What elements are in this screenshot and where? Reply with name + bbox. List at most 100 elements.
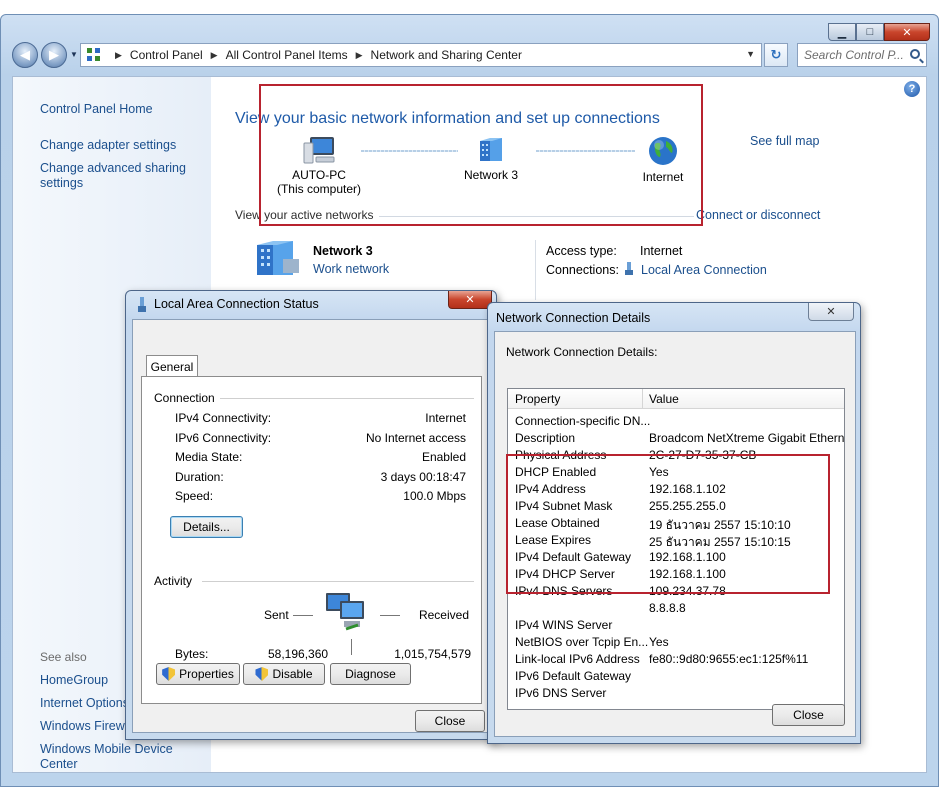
caption-buttons: ▁ □ ✕: [828, 23, 930, 41]
divider: [351, 639, 352, 655]
tab-general[interactable]: General: [146, 355, 198, 377]
dialog-title: Local Area Connection Status: [154, 297, 319, 311]
address-dropdown-icon[interactable]: ▼: [746, 49, 755, 59]
see-also-heading: See also: [40, 650, 87, 664]
breadcrumb-all-items[interactable]: All Control Panel Items: [226, 48, 348, 62]
homegroup-link[interactable]: HomeGroup: [40, 673, 108, 688]
work-network-link[interactable]: Work network: [313, 262, 389, 276]
breadcrumb-network-sharing[interactable]: Network and Sharing Center: [371, 48, 522, 62]
column-header-value[interactable]: Value: [649, 392, 679, 406]
ethernet-icon: [138, 297, 146, 312]
breadcrumb-arrow-icon: ▶: [210, 49, 218, 60]
search-placeholder: Search Control P...: [804, 48, 904, 62]
search-input[interactable]: Search Control P...: [797, 43, 927, 67]
column-divider[interactable]: [642, 389, 643, 409]
highlight-box: [259, 84, 703, 226]
activity-group-label: Activity: [154, 574, 193, 588]
breadcrumb-arrow-icon: ▶: [115, 49, 122, 60]
property-cell: NetBIOS over Tcpip En...: [515, 635, 649, 649]
search-icon[interactable]: [910, 49, 920, 59]
close-dialog-button[interactable]: Close: [772, 704, 845, 726]
minimize-button[interactable]: ▁: [828, 23, 856, 41]
shield-icon: [255, 667, 268, 681]
duration-label: Duration:: [175, 470, 224, 484]
disable-button[interactable]: Disable: [243, 663, 325, 685]
divider: [220, 398, 474, 399]
diagnose-button[interactable]: Diagnose: [330, 663, 411, 685]
change-adapter-settings-link[interactable]: Change adapter settings: [40, 138, 176, 153]
bytes-label: Bytes:: [175, 647, 209, 661]
change-advanced-line-1: Change advanced sharing: [40, 161, 186, 175]
network-activity-icon: [326, 593, 364, 631]
dialog-body: General Connection IPv4 Connectivity: In…: [132, 319, 490, 733]
divider: [293, 615, 313, 616]
property-cell: IPv6 DNS Server: [515, 686, 607, 700]
control-panel-icon: [87, 48, 101, 62]
windows-firewall-link[interactable]: Windows Firewall: [40, 719, 137, 734]
value-cell: Broadcom NetXtreme Gigabit Ethernet: [649, 431, 845, 445]
value-cell: 8.8.8.8: [649, 601, 686, 615]
duration-value: 3 days 00:18:47: [380, 470, 466, 484]
forward-button[interactable]: ▶: [41, 42, 67, 68]
ipv4-connectivity-value: Internet: [425, 411, 466, 425]
divider: [535, 240, 536, 300]
navigation-bar: ◀ ▶ ▼ ▶ Control Panel ▶ All Control Pane…: [12, 42, 927, 68]
disable-label: Disable: [272, 667, 313, 681]
network-building-icon[interactable]: [253, 237, 303, 277]
control-panel-home-link[interactable]: Control Panel Home: [40, 102, 153, 117]
active-network-name: Network 3: [313, 244, 373, 258]
list-header: Property Value: [508, 389, 844, 409]
breadcrumb-arrow-icon: ▶: [355, 49, 363, 60]
connect-or-disconnect-link[interactable]: Connect or disconnect: [696, 208, 820, 222]
ipv4-connectivity-label: IPv4 Connectivity:: [175, 411, 272, 425]
bytes-sent-value: 58,196,360: [268, 647, 329, 661]
address-bar[interactable]: ▶ Control Panel ▶ All Control Panel Item…: [80, 43, 762, 67]
change-advanced-sharing-link[interactable]: Change advanced sharing settings: [40, 161, 186, 191]
divider: [380, 615, 400, 616]
maximize-button[interactable]: □: [856, 23, 884, 41]
shield-icon: [162, 667, 175, 681]
property-cell: IPv4 WINS Server: [515, 618, 613, 632]
local-area-connection-link[interactable]: Local Area Connection: [641, 263, 767, 277]
property-cell: IPv6 Default Gateway: [515, 669, 632, 683]
change-advanced-line-2: settings: [40, 176, 84, 190]
close-icon[interactable]: ✕: [448, 291, 492, 309]
property-cell: Description: [515, 431, 576, 445]
see-full-map-link[interactable]: See full map: [750, 134, 819, 148]
bytes-received-value: 1,015,754,579: [394, 647, 471, 661]
details-button[interactable]: Details...: [170, 516, 243, 538]
help-icon[interactable]: ?: [904, 81, 920, 97]
back-button[interactable]: ◀: [12, 42, 38, 68]
connection-group-label: Connection: [154, 391, 215, 405]
connections-label: Connections:: [546, 263, 619, 277]
local-area-connection-status-dialog: Local Area Connection Status ✕ General C…: [125, 290, 497, 740]
ipv6-connectivity-value: No Internet access: [365, 431, 466, 445]
property-cell: Link-local IPv6 Address: [515, 652, 640, 666]
access-type-label: Access type:: [546, 244, 617, 258]
sent-label: Sent: [264, 608, 289, 622]
close-button[interactable]: ✕: [884, 23, 930, 41]
internet-options-link[interactable]: Internet Options: [40, 696, 129, 711]
details-label: Network Connection Details:: [506, 345, 658, 359]
media-state-value: Enabled: [421, 450, 466, 464]
properties-button[interactable]: Properties: [156, 663, 240, 685]
recent-pages-dropdown[interactable]: ▼: [70, 50, 78, 59]
property-cell: Connection-specific DN...: [515, 414, 651, 428]
refresh-button[interactable]: ↻: [764, 43, 788, 67]
ipv6-connectivity-label: IPv6 Connectivity:: [175, 431, 272, 445]
general-tab-panel: Connection IPv4 Connectivity: Internet I…: [141, 376, 482, 704]
close-icon[interactable]: ✕: [808, 303, 854, 321]
media-state-label: Media State:: [175, 450, 243, 464]
breadcrumb-control-panel[interactable]: Control Panel: [130, 48, 203, 62]
properties-label: Properties: [179, 667, 234, 681]
dialog-title: Network Connection Details: [496, 311, 651, 325]
value-cell: Yes: [649, 635, 669, 649]
speed-label: Speed:: [175, 489, 214, 503]
close-dialog-button[interactable]: Close: [415, 710, 485, 732]
received-label: Received: [418, 608, 469, 622]
ethernet-icon: [624, 262, 636, 276]
highlight-box: [506, 454, 830, 594]
access-type-value: Internet: [640, 244, 683, 258]
windows-mobile-device-center-link[interactable]: Windows Mobile Device Center: [40, 742, 211, 772]
column-header-property[interactable]: Property: [515, 392, 560, 406]
